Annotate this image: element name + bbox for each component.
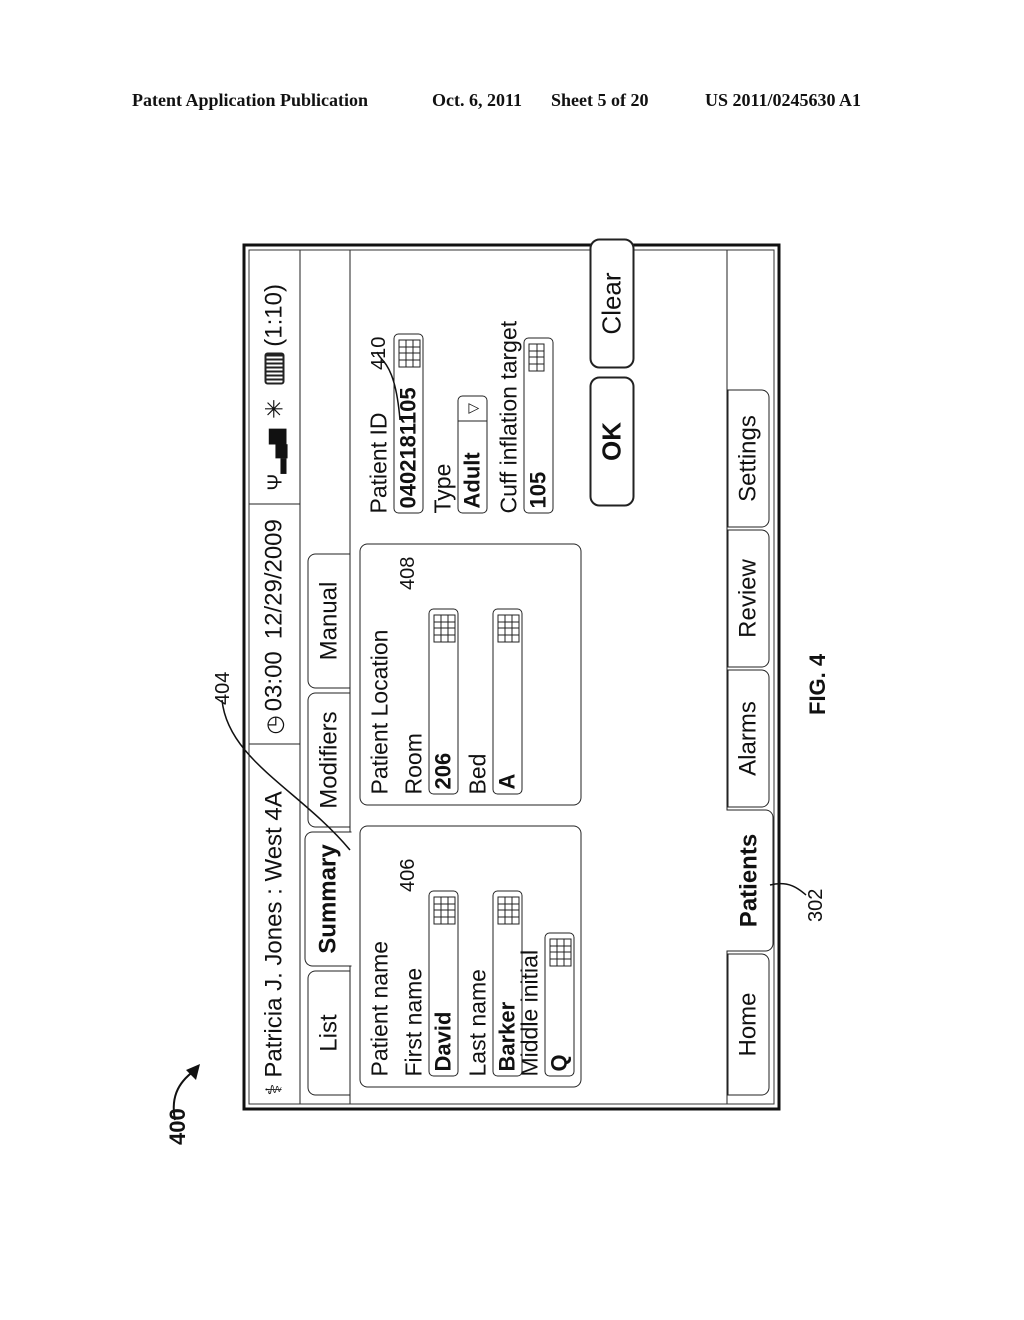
status-bar: ⚕ Patricia J. Jones : West 4A ◷ 03:00 12… xyxy=(249,250,300,1103)
patent-header-date: Oct. 6, 2011 xyxy=(432,90,522,110)
type-dropdown[interactable]: Adult ▽ xyxy=(457,395,487,513)
ref-406: 406 xyxy=(397,858,419,892)
ref-302: 302 xyxy=(805,888,827,922)
tab-patients[interactable]: Patients xyxy=(726,809,773,951)
tab-home[interactable]: Home xyxy=(727,953,769,1095)
tab-modifiers-label: Modifiers xyxy=(314,710,342,809)
patient-name-title: Patient name xyxy=(366,940,392,1076)
patient-id-label: Patient ID xyxy=(365,412,391,513)
type-value: Adult xyxy=(459,451,484,508)
keyboard-icon[interactable] xyxy=(497,614,519,642)
tab-review[interactable]: Review xyxy=(727,529,769,667)
tab-manual[interactable]: Manual xyxy=(307,553,350,688)
tab-settings-label: Settings xyxy=(734,414,761,502)
tabs-divider xyxy=(349,250,350,1103)
keypad-icon[interactable] xyxy=(528,343,544,371)
cuff-target-field[interactable]: 105 xyxy=(523,337,553,513)
middle-initial-label: Middle initial xyxy=(516,949,542,1076)
tab-modifiers[interactable]: Modifiers xyxy=(307,692,350,827)
first-name-field[interactable]: David xyxy=(428,890,458,1076)
cuff-target-label: Cuff inflation target xyxy=(495,320,521,513)
figure-label: FIG. 4 xyxy=(805,653,830,715)
tab-settings[interactable]: Settings xyxy=(727,389,769,527)
ref-408: 408 xyxy=(397,556,419,590)
tab-patients-label: Patients xyxy=(735,833,762,927)
patient-location-title: Patient Location xyxy=(366,629,392,794)
ref-400: 400 xyxy=(165,1108,190,1145)
tab-list-label: List xyxy=(314,1013,342,1052)
patient-name-panel: Patient name First name David Last name … xyxy=(359,825,581,1087)
patient-id-field[interactable]: 0402181105 xyxy=(393,333,423,513)
bed-field[interactable]: A xyxy=(492,608,522,794)
tab-alarms[interactable]: Alarms xyxy=(727,669,769,807)
keyboard-icon[interactable] xyxy=(433,614,455,642)
device-screen: ⚕ Patricia J. Jones : West 4A ◷ 03:00 12… xyxy=(242,238,780,1110)
ref-404: 404 xyxy=(212,671,234,705)
keyboard-icon[interactable] xyxy=(433,896,455,924)
clear-button[interactable]: Clear xyxy=(589,238,634,368)
middle-initial-value: Q xyxy=(546,1053,571,1071)
tab-list[interactable]: List xyxy=(307,970,350,1095)
patent-header-number: US 2011/0245630 A1 xyxy=(705,90,862,110)
type-label: Type xyxy=(429,463,455,513)
tab-summary-label: Summary xyxy=(314,843,341,954)
keyboard-icon[interactable] xyxy=(497,896,519,924)
caduceus-icon: ⚕ xyxy=(261,1083,286,1095)
keyboard-icon[interactable] xyxy=(549,938,571,966)
battery-icon xyxy=(264,352,284,385)
tab-manual-label: Manual xyxy=(314,581,342,660)
arrowhead-400 xyxy=(186,1064,200,1080)
bed-label: Bed xyxy=(464,753,490,794)
status-time: 03:00 xyxy=(260,650,287,711)
dropdown-arrow-icon[interactable]: ▽ xyxy=(458,396,486,421)
battery-time: (1:10) xyxy=(260,283,287,347)
status-icons: Ψ▂▄▆ ✳ (1:10) xyxy=(249,246,299,504)
last-name-label: Last name xyxy=(464,968,490,1076)
room-field[interactable]: 206 xyxy=(428,608,458,794)
keyboard-icon[interactable] xyxy=(398,339,420,367)
room-value: 206 xyxy=(430,752,455,789)
tab-summary[interactable]: Summary xyxy=(304,831,351,966)
connectivity-icon: ✳ xyxy=(260,398,288,419)
status-user-location: ⚕ Patricia J. Jones : West 4A xyxy=(249,743,299,1103)
status-datetime: ◷ 03:00 12/29/2009 xyxy=(249,503,299,744)
ref-410: 410 xyxy=(368,336,390,370)
tab-home-label: Home xyxy=(734,991,761,1057)
cuff-target-value: 105 xyxy=(525,471,550,508)
patient-location-panel: Patient Location Room 206 Bed A xyxy=(359,543,581,805)
room-label: Room xyxy=(400,732,426,794)
patent-header-sheet: Sheet 5 of 20 xyxy=(551,90,649,110)
clock-icon: ◷ xyxy=(261,714,286,734)
first-name-value: David xyxy=(430,1011,455,1071)
middle-initial-field[interactable]: Q xyxy=(544,932,574,1076)
first-name-label: First name xyxy=(400,967,426,1076)
patent-header-title: Patent Application Publication xyxy=(132,90,369,110)
signal-icon: Ψ▂▄▆ xyxy=(263,428,286,490)
user-location-text: Patricia J. Jones : West 4A xyxy=(260,790,287,1078)
tab-alarms-label: Alarms xyxy=(734,700,761,776)
tab-review-label: Review xyxy=(734,558,761,638)
status-date: 12/29/2009 xyxy=(260,518,287,639)
device-screen-inner: ⚕ Patricia J. Jones : West 4A ◷ 03:00 12… xyxy=(248,238,774,1104)
ok-button[interactable]: OK xyxy=(589,376,634,506)
bed-value: A xyxy=(494,773,519,789)
patient-id-value: 0402181105 xyxy=(395,386,420,508)
